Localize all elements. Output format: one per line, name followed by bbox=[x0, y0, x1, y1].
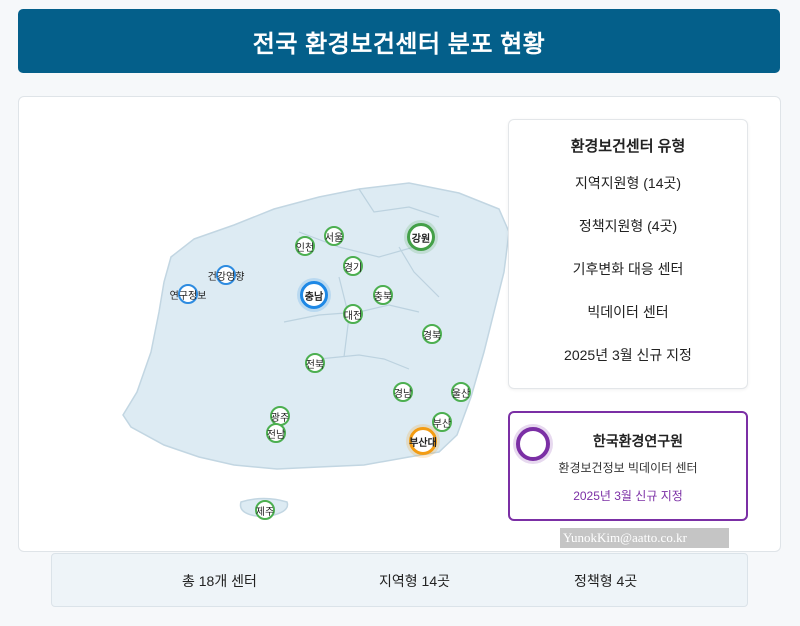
page: 전국 환경보건센터 분포 현황 인천 서울 강원 경기 건강영향 연구정보 충남… bbox=[0, 0, 800, 626]
marker-gyeongnam[interactable]: 경남 bbox=[393, 382, 413, 402]
legend-item-policy: 정책지원형 (4곳) bbox=[578, 218, 678, 234]
legend-item-new: 2025년 3월 신규 지정 bbox=[564, 347, 692, 363]
legend-item-bigdata: 빅데이터 센터 bbox=[587, 304, 669, 320]
watermark: YunokKim@aatto.co.kr bbox=[560, 528, 729, 548]
marker-health-impact[interactable]: 건강영향 bbox=[208, 265, 244, 285]
marker-daejeon[interactable]: 대전 bbox=[343, 304, 363, 324]
marker-chungbuk[interactable]: 충북 bbox=[373, 285, 393, 305]
summary-policy: 정책형 4곳 bbox=[574, 573, 638, 589]
marker-gangwon[interactable]: 강원 bbox=[407, 223, 435, 251]
summary-regional: 지역형 14곳 bbox=[379, 573, 450, 589]
summary-total: 총 18개 센터 bbox=[182, 573, 257, 589]
legend-title: 환경보건센터 유형 bbox=[570, 138, 686, 155]
research-institute-card[interactable]: 한국환경연구원 환경보건정보 빅데이터 센터 2025년 3월 신규 지정 bbox=[508, 411, 748, 521]
marker-busan-univ[interactable]: 부산대 bbox=[409, 427, 437, 455]
marker-ulsan[interactable]: 울산 bbox=[451, 382, 471, 402]
summary-bar: 총 18개 센터 지역형 14곳 정책형 4곳 bbox=[51, 553, 748, 607]
marker-jeju[interactable]: 제주 bbox=[255, 500, 275, 520]
marker-incheon[interactable]: 인천 bbox=[295, 236, 315, 256]
marker-chungnam[interactable]: 충남 bbox=[300, 281, 328, 309]
research-institute-date: 2025년 3월 신규 지정 bbox=[573, 489, 683, 503]
marker-gyeongbuk[interactable]: 경북 bbox=[422, 324, 442, 344]
marker-jeonnam[interactable]: 전남 bbox=[266, 423, 286, 443]
research-institute-name: 한국환경연구원 bbox=[592, 433, 684, 449]
marker-research-info[interactable]: 연구정보 bbox=[170, 284, 206, 304]
legend-item-climate: 기후변화 대응 센터 bbox=[572, 261, 684, 277]
legend-item-regional: 지역지원형 (14곳) bbox=[574, 175, 682, 191]
marker-gyeonggi[interactable]: 경기 bbox=[343, 256, 363, 276]
header-banner: 전국 환경보건센터 분포 현황 bbox=[18, 9, 780, 73]
legend-panel: 환경보건센터 유형 지역지원형 (14곳) 정책지원형 (4곳) 기후변화 대응… bbox=[508, 119, 748, 389]
marker-seoul[interactable]: 서울 bbox=[324, 226, 344, 246]
marker-busan[interactable]: 부산 bbox=[432, 412, 452, 432]
legend-list: 지역지원형 (14곳) 정책지원형 (4곳) 기후변화 대응 센터 빅데이터 센… bbox=[509, 162, 747, 377]
marker-jeonbuk[interactable]: 전북 bbox=[305, 353, 325, 373]
research-institute-desc: 환경보건정보 빅데이터 센터 bbox=[558, 461, 698, 475]
page-title: 전국 환경보건센터 분포 현황 bbox=[252, 30, 546, 58]
